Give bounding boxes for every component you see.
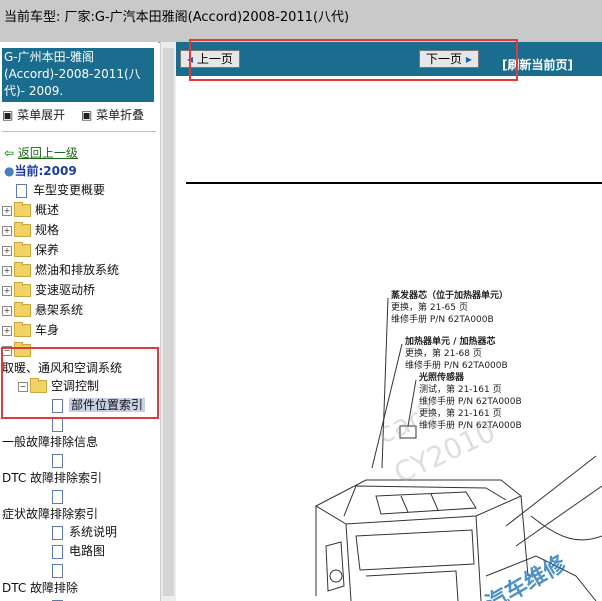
tree-item[interactable] xyxy=(52,487,69,505)
tree-item[interactable]: + 燃油和排放系统 xyxy=(2,261,119,279)
scrollbar-thumb[interactable] xyxy=(163,48,174,596)
tree-item-label[interactable]: DTC 故障排除索引 xyxy=(2,469,102,487)
vehicle-info-box: G-广州本田-雅阁(Accord)-2008-2011(八代)- 2009. xyxy=(2,48,154,102)
back-link[interactable]: ⇦ 返回上一级 xyxy=(4,144,78,161)
diagram-panel: 蒸发器芯（位于加热器单元） 更换，第 21-65 页 维修手册 P/N 62TA… xyxy=(176,76,602,601)
hvac-diagram xyxy=(314,297,602,601)
document-icon xyxy=(16,183,27,198)
tree-item[interactable] xyxy=(52,561,69,579)
folder-icon xyxy=(14,242,31,257)
document-icon xyxy=(52,563,63,578)
document-icon xyxy=(52,525,63,540)
tree-item[interactable]: + 车身 xyxy=(2,321,59,339)
tree-item[interactable]: 车型变更概要 xyxy=(16,181,105,199)
tree-item-label[interactable]: DTC 故障排除 xyxy=(2,579,78,597)
folder-icon xyxy=(14,222,31,237)
folder-icon xyxy=(14,282,31,297)
tree-item[interactable] xyxy=(52,451,69,469)
expand-icon[interactable]: + xyxy=(2,285,12,296)
expand-icon[interactable]: + xyxy=(2,205,12,216)
expand-icon[interactable]: + xyxy=(2,245,12,256)
expand-icon[interactable]: + xyxy=(2,225,12,236)
person-icon: ● xyxy=(4,164,15,178)
divider xyxy=(2,131,156,132)
content-area: ◂ 上一页 下一页 ▸ [刷新当前页] 蒸发器芯（位于加热器单元） 更换，第 2… xyxy=(176,42,602,601)
tree-item[interactable]: 系统说明 xyxy=(52,523,117,541)
highlight-box xyxy=(1,347,159,419)
vertical-scrollbar[interactable] xyxy=(160,42,176,601)
expand-menu-link[interactable]: ▣ 菜单展开 xyxy=(2,108,71,122)
current-year: ●当前:2009 xyxy=(4,164,77,178)
expand-icon[interactable]: + xyxy=(2,265,12,276)
back-arrow-icon: ⇦ xyxy=(4,146,15,160)
collapse-menu-link[interactable]: ▣ 菜单折叠 xyxy=(81,108,150,122)
left-panel: G-广州本田-雅阁(Accord)-2008-2011(八代)- 2009. ▣… xyxy=(0,42,158,601)
document-icon xyxy=(52,489,63,504)
tree-item[interactable]: + 变速驱动桥 xyxy=(2,281,95,299)
tree-item[interactable]: + 保养 xyxy=(2,241,59,259)
tree-item[interactable] xyxy=(52,597,69,601)
tree-item[interactable]: + 悬架系统 xyxy=(2,301,83,319)
tree-item-label[interactable]: 症状故障排除索引 xyxy=(2,505,98,523)
document-icon xyxy=(52,544,63,559)
folder-icon xyxy=(14,302,31,317)
tree-item[interactable]: 电路图 xyxy=(52,542,105,560)
vehicle-title: 当前车型: 厂家:G-广汽本田雅阁(Accord)2008-2011(八代) xyxy=(4,10,350,25)
folder-icon xyxy=(14,202,31,217)
menu-links: ▣ 菜单展开 ▣ 菜单折叠 xyxy=(2,106,156,123)
document-icon xyxy=(52,453,63,468)
folder-icon xyxy=(14,322,31,337)
document-icon xyxy=(52,417,63,432)
expand-icon[interactable]: + xyxy=(2,305,12,316)
folder-icon xyxy=(14,262,31,277)
tree-item-label[interactable]: 一般故障排除信息 xyxy=(2,433,98,451)
tree-item[interactable]: + 概述 xyxy=(2,201,59,219)
tree-item[interactable]: + 规格 xyxy=(2,221,59,239)
title-bar: 当前车型: 厂家:G-广汽本田雅阁(Accord)2008-2011(八代) xyxy=(0,0,602,43)
expand-icon[interactable]: + xyxy=(2,325,12,336)
highlight-box xyxy=(189,39,518,81)
